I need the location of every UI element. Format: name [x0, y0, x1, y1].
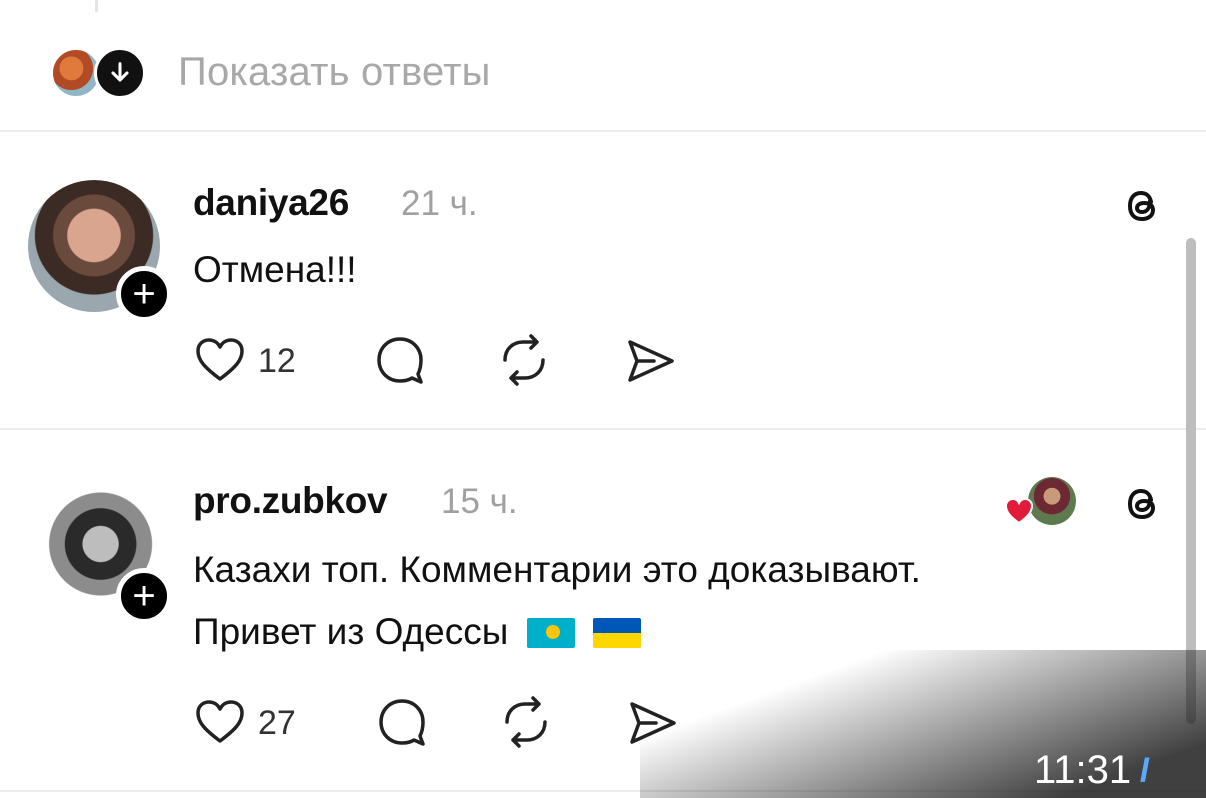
divider	[0, 428, 1206, 430]
liked-by-author	[1004, 477, 1076, 527]
repost-icon[interactable]	[497, 334, 551, 386]
read-status-ticks-icon: //	[1140, 752, 1149, 788]
message-time: 11:31	[1034, 748, 1132, 792]
follow-plus-icon[interactable]: +	[116, 266, 172, 322]
divider	[0, 130, 1206, 132]
heart-icon[interactable]	[194, 336, 246, 384]
heart-icon[interactable]	[194, 698, 246, 746]
like-count: 12	[258, 342, 296, 380]
follow-plus-icon[interactable]: +	[116, 568, 172, 624]
threads-icon[interactable]	[1118, 480, 1166, 528]
post-text: Отмена!!!	[193, 249, 357, 290]
post-text-fragment: Привет из Одессы	[193, 611, 509, 652]
show-replies-label[interactable]: Показать ответы	[178, 50, 491, 95]
post-time: 15 ч.	[441, 482, 518, 521]
like-count: 27	[258, 704, 296, 742]
post-text-line: Привет из Одессы	[193, 608, 641, 656]
expand-replies-icon[interactable]	[94, 47, 146, 99]
repost-icon[interactable]	[499, 696, 553, 748]
comment-icon[interactable]	[374, 334, 426, 386]
post-text-line: Казахи топ. Комментарии это доказывают.	[193, 549, 921, 590]
comment-icon[interactable]	[376, 696, 428, 748]
username[interactable]: pro.zubkov	[193, 480, 388, 522]
post-time: 21 ч.	[401, 184, 478, 223]
share-icon[interactable]	[624, 336, 678, 386]
thread-connector-line	[95, 0, 98, 12]
threads-icon[interactable]	[1118, 182, 1166, 230]
liker-avatar	[1028, 477, 1076, 525]
flag-kazakhstan-icon	[526, 618, 575, 648]
username[interactable]: daniya26	[193, 182, 349, 224]
flag-ukraine-icon	[592, 618, 641, 648]
liked-heart-icon	[1004, 497, 1034, 525]
